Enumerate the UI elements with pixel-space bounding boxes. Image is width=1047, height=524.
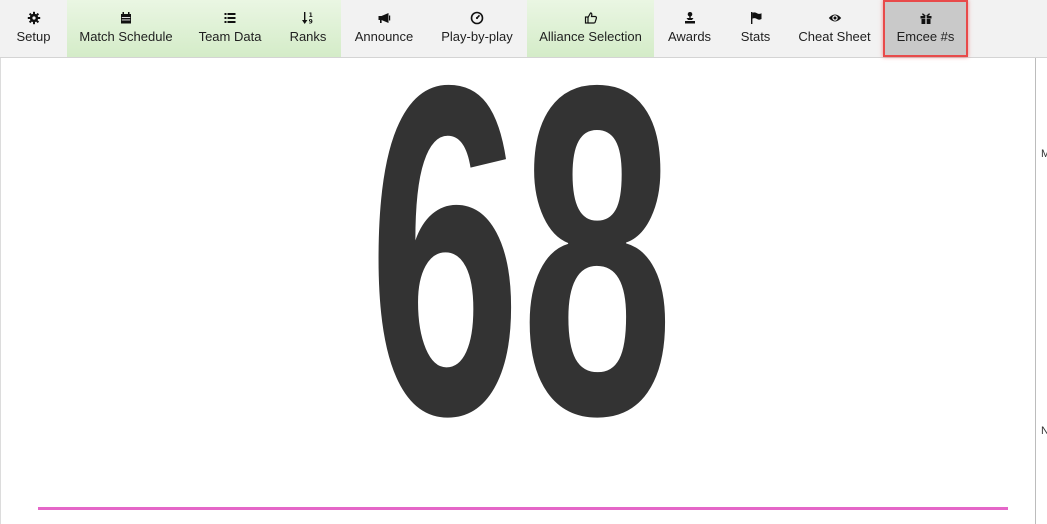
thumbs-up-icon (584, 11, 598, 25)
nav-team-data[interactable]: Team Data (185, 0, 275, 57)
nav-emcee-numbers-label: Emcee #s (896, 29, 955, 44)
nav-cheat-sheet[interactable]: Cheat Sheet (786, 0, 883, 57)
nav-setup[interactable]: Setup (0, 0, 67, 57)
nav-match-schedule[interactable]: Match Schedule (67, 0, 185, 57)
nav-ranks-label: Ranks (289, 29, 327, 44)
eye-icon (828, 11, 842, 25)
gift-icon (919, 11, 933, 25)
flag-icon (749, 11, 763, 25)
nav-alliance-selection[interactable]: Alliance Selection (527, 0, 654, 57)
nav-team-data-label: Team Data (198, 29, 262, 44)
nav-awards[interactable]: Awards (654, 0, 725, 57)
number-underline (38, 507, 1008, 510)
nav-setup-label: Setup (16, 29, 51, 44)
gear-icon (27, 11, 41, 25)
nav-play-by-play[interactable]: Play-by-play (427, 0, 527, 57)
nav-stats[interactable]: Stats (725, 0, 786, 57)
nav-awards-label: Awards (667, 29, 712, 44)
svg-text:9: 9 (309, 19, 313, 26)
emcee-number-display: 68 (369, 58, 674, 498)
list-icon (223, 11, 237, 25)
clipped-text-fragment: N (1041, 425, 1047, 437)
emcee-screen: Setup Match Schedule Team Data 1 9 Ranks Annou… (0, 0, 1047, 524)
nav-cheat-sheet-label: Cheat Sheet (798, 29, 871, 44)
dashboard-icon (470, 11, 484, 25)
nav-announce-label: Announce (354, 29, 414, 44)
sort-icon: 19 (301, 11, 315, 26)
trophy-icon (683, 11, 697, 25)
nav-play-by-play-label: Play-by-play (441, 29, 513, 44)
nav-match-schedule-label: Match Schedule (79, 29, 173, 44)
top-navbar: Setup Match Schedule Team Data 1 9 Ranks Annou… (0, 0, 1047, 58)
nav-announce[interactable]: Announce (341, 0, 427, 57)
clipped-text-fragment: M (1041, 148, 1047, 160)
nav-stats-label: Stats (740, 29, 771, 44)
megaphone-icon (377, 11, 391, 25)
nav-ranks[interactable]: 1 9 Ranks (275, 0, 341, 57)
nav-alliance-selection-label: Alliance Selection (539, 29, 642, 44)
emcee-number: 68 (369, 58, 674, 498)
calendar-icon (119, 11, 133, 25)
nav-emcee-numbers[interactable]: Emcee #s (883, 0, 968, 57)
